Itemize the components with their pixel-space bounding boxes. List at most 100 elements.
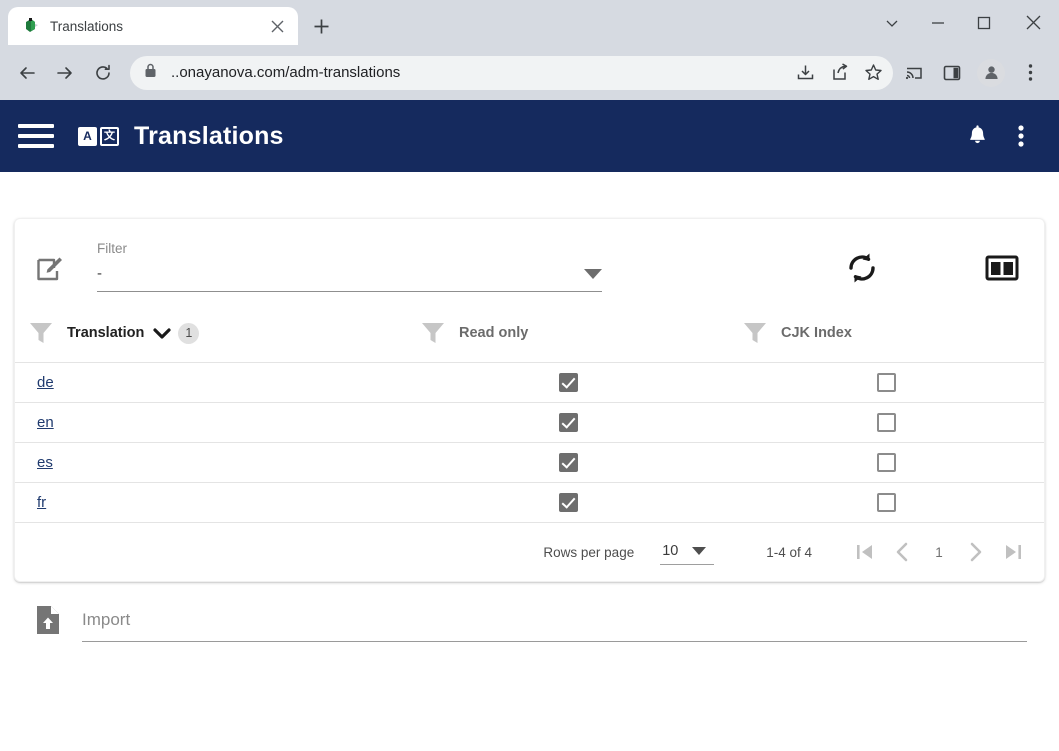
import-field[interactable]: Import bbox=[82, 610, 1027, 642]
translations-table: Translation 1 Read only CJK Index de en … bbox=[15, 306, 1044, 523]
read-only-checkbox[interactable] bbox=[558, 413, 578, 432]
refresh-icon[interactable] bbox=[838, 244, 886, 292]
table-header: Translation 1 Read only CJK Index bbox=[15, 306, 1044, 363]
notifications-bell-icon[interactable] bbox=[955, 114, 999, 158]
chevron-down-icon[interactable] bbox=[584, 269, 602, 279]
cjk-index-checkbox[interactable] bbox=[877, 413, 896, 432]
rows-per-page-label: Rows per page bbox=[543, 544, 635, 560]
tab-strip: Translations bbox=[0, 0, 1059, 45]
import-label: Import bbox=[82, 610, 131, 629]
maximize-icon[interactable] bbox=[961, 0, 1007, 45]
filter-label: Filter bbox=[97, 241, 127, 256]
filter-funnel-icon[interactable] bbox=[729, 320, 781, 346]
filter-funnel-icon[interactable] bbox=[15, 320, 67, 346]
chevron-down-icon[interactable] bbox=[692, 547, 707, 555]
close-icon[interactable] bbox=[266, 15, 288, 37]
next-page-button[interactable] bbox=[956, 533, 994, 571]
new-tab-button[interactable] bbox=[304, 9, 338, 43]
cell-read-only bbox=[407, 402, 729, 443]
cjk-index-checkbox[interactable] bbox=[877, 373, 896, 392]
download-icon[interactable] bbox=[788, 56, 822, 90]
table-row[interactable]: de bbox=[15, 362, 1044, 403]
browser-tab[interactable]: Translations bbox=[8, 7, 298, 45]
table-row[interactable]: fr bbox=[15, 482, 1044, 523]
sort-desc-chevron-icon[interactable] bbox=[153, 327, 171, 340]
cell-read-only bbox=[407, 442, 729, 483]
browser-menu-icon[interactable] bbox=[1013, 56, 1047, 90]
share-icon[interactable] bbox=[822, 56, 856, 90]
table-header-row: Translation 1 Read only CJK Index bbox=[15, 306, 1044, 363]
menu-icon[interactable] bbox=[18, 121, 54, 151]
table-row[interactable]: en bbox=[15, 402, 1044, 443]
filter-select[interactable]: - bbox=[97, 265, 602, 292]
previous-page-button[interactable] bbox=[884, 533, 922, 571]
cell-cjk-index bbox=[729, 482, 1044, 523]
edit-square-icon[interactable] bbox=[35, 254, 75, 292]
forward-arrow-icon[interactable] bbox=[48, 56, 82, 90]
column-label-read-only: Read only bbox=[459, 325, 529, 341]
reload-icon[interactable] bbox=[86, 56, 120, 90]
file-upload-icon[interactable] bbox=[28, 604, 68, 642]
read-only-checkbox[interactable] bbox=[558, 453, 578, 472]
tab-search-chevron-icon[interactable] bbox=[869, 0, 915, 45]
translate-icon-letter: A bbox=[78, 126, 97, 146]
tab-title: Translations bbox=[50, 18, 124, 34]
translation-link[interactable]: de bbox=[15, 374, 54, 391]
columns-icon[interactable] bbox=[978, 244, 1026, 292]
translation-link[interactable]: es bbox=[15, 454, 53, 471]
close-window-icon[interactable] bbox=[1007, 0, 1059, 45]
sort-order-badge: 1 bbox=[178, 322, 200, 344]
page-body: Filter - Translation 1 Read only CJK Ind… bbox=[0, 218, 1059, 642]
overflow-menu-icon[interactable] bbox=[999, 114, 1043, 158]
translations-card: Filter - Translation 1 Read only CJK Ind… bbox=[14, 218, 1045, 582]
address-bar[interactable]: ..onayanova.com/adm-translations bbox=[130, 55, 821, 90]
site-favicon bbox=[22, 17, 40, 35]
table-body: de en es fr bbox=[15, 362, 1044, 523]
translation-link[interactable]: en bbox=[15, 414, 54, 431]
back-arrow-icon[interactable] bbox=[10, 56, 44, 90]
side-panel-icon[interactable] bbox=[935, 56, 969, 90]
cell-read-only bbox=[407, 482, 729, 523]
column-label-cjk-index: CJK Index bbox=[781, 325, 852, 341]
cjk-index-checkbox[interactable] bbox=[877, 453, 896, 472]
cell-cjk-index bbox=[729, 362, 1044, 403]
omnibox-actions bbox=[785, 55, 893, 90]
profile-avatar[interactable] bbox=[977, 58, 1005, 87]
cell-translation: fr bbox=[15, 482, 407, 523]
window-controls bbox=[869, 0, 1059, 45]
cell-cjk-index bbox=[729, 442, 1044, 483]
paginator: Rows per page 10 1-4 of 4 1 bbox=[15, 523, 1044, 581]
read-only-checkbox[interactable] bbox=[558, 373, 578, 392]
browser-toolbar: ..onayanova.com/adm-translations bbox=[0, 45, 1059, 100]
import-row: Import bbox=[14, 582, 1045, 642]
column-header-cjk-index[interactable]: CJK Index bbox=[729, 306, 1044, 363]
filter-value: - bbox=[97, 265, 102, 282]
minimize-icon[interactable] bbox=[915, 0, 961, 45]
bookmark-star-icon[interactable] bbox=[856, 56, 890, 90]
translation-link[interactable]: fr bbox=[15, 494, 46, 511]
app-bar: A 文 Translations bbox=[0, 100, 1059, 172]
column-header-translation[interactable]: Translation 1 bbox=[15, 306, 407, 363]
column-header-read-only[interactable]: Read only bbox=[407, 306, 729, 363]
last-page-button[interactable] bbox=[994, 533, 1032, 571]
cjk-index-checkbox[interactable] bbox=[877, 493, 896, 512]
column-label-translation: Translation bbox=[67, 325, 145, 341]
filter-funnel-icon[interactable] bbox=[407, 320, 459, 346]
translate-icon-cjk: 文 bbox=[100, 126, 119, 146]
read-only-checkbox[interactable] bbox=[558, 493, 578, 512]
cell-read-only bbox=[407, 362, 729, 403]
cast-icon[interactable] bbox=[897, 56, 931, 90]
rows-per-page-select[interactable]: 10 bbox=[660, 543, 715, 565]
lock-icon bbox=[144, 63, 157, 83]
rows-per-page-value: 10 bbox=[662, 543, 679, 559]
cell-cjk-index bbox=[729, 402, 1044, 443]
page-number: 1 bbox=[935, 544, 943, 560]
range-label: 1-4 of 4 bbox=[766, 544, 812, 560]
table-row[interactable]: es bbox=[15, 442, 1044, 483]
page-title: Translations bbox=[134, 121, 284, 150]
first-page-button[interactable] bbox=[846, 533, 884, 571]
translate-icon: A 文 bbox=[78, 126, 119, 146]
filter-field[interactable]: Filter - bbox=[97, 241, 602, 292]
cell-translation: es bbox=[15, 442, 407, 483]
cell-translation: en bbox=[15, 402, 407, 443]
